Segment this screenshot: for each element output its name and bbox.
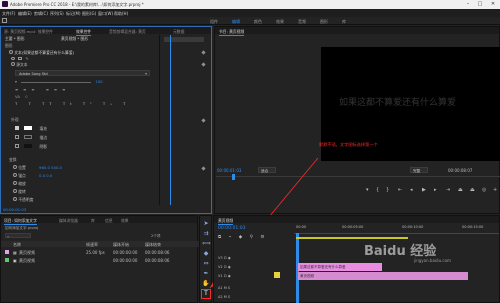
text-clip[interactable]: 如果这都不算爱还有什么算爱 (298, 263, 382, 271)
timeline-tabs: 黄页视频 (214, 216, 499, 225)
track-header-a1[interactable]: A1 M S (218, 286, 230, 290)
watermark-logo: Baidu 经验 (364, 244, 437, 259)
video-clip[interactable]: 黄页视频 (298, 272, 468, 280)
track-header-a2[interactable]: A2 M S (218, 295, 230, 299)
track-header-v2[interactable]: V2 ⊡ ◉ (218, 265, 231, 269)
track-header-v3[interactable]: V3 ⊡ ◉ (218, 256, 231, 260)
timeline-panel: 黄页视频 00:00:01:03 ⧉ ⌁ ◆ ⚲ ⚙ 00:00 00:00:0… (213, 215, 500, 303)
timeline-timecode[interactable]: 00:00:01:03 (218, 226, 245, 231)
work-area-bar[interactable] (296, 237, 408, 239)
watermark-url: jingyan.baidu.com (414, 258, 451, 263)
timeline-toggles[interactable]: ⧉ ⌁ ◆ ⚲ ⚙ (218, 234, 267, 240)
track-target-badge[interactable] (274, 272, 280, 278)
track-header-v1[interactable]: V1 ⊡ ◉ (218, 274, 231, 278)
time-ruler[interactable]: 00:00 00:00:05:00 00:00:10:00 00:00:15:0… (294, 224, 499, 234)
tab-sequence[interactable]: 黄页视频 (218, 218, 234, 225)
